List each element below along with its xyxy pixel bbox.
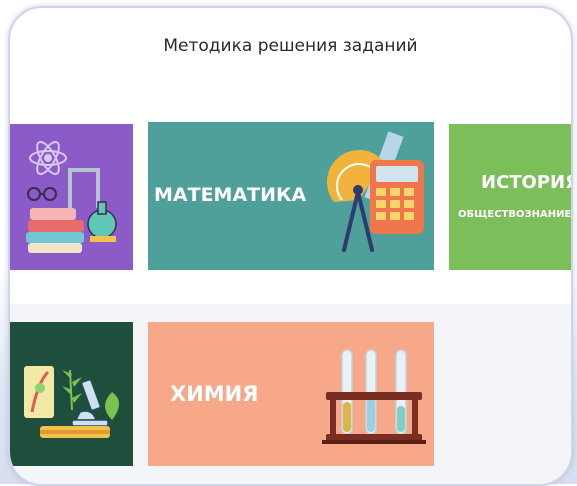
tile-biology[interactable] — [10, 322, 133, 466]
tile-chemistry-label: ХИМИЯ — [170, 382, 259, 406]
tile-chemistry[interactable]: ХИМИЯ — [148, 322, 434, 466]
tile-history-label: ИСТОРИЯ — [481, 172, 571, 193]
calculator-protractor-compass-icon — [326, 131, 424, 252]
page-title: Методика решения заданий — [163, 36, 418, 56]
tile-physics[interactable] — [10, 124, 133, 270]
tile-history[interactable]: ИСТОРИЯ ОБЩЕСТВОЗНАНИЕ — [449, 124, 571, 270]
microscope-plant-icon — [24, 366, 119, 438]
app-frame: Методика решения заданий МАТЕМАТИКА ИСТО… — [8, 6, 573, 486]
tile-history-sublabel: ОБЩЕСТВОЗНАНИЕ — [458, 209, 571, 220]
atom-books-lab-icon — [26, 141, 117, 253]
test-tubes-rack-icon — [322, 349, 426, 444]
tile-math-label: МАТЕМАТИКА — [154, 184, 307, 206]
tile-math[interactable]: МАТЕМАТИКА — [148, 122, 434, 270]
